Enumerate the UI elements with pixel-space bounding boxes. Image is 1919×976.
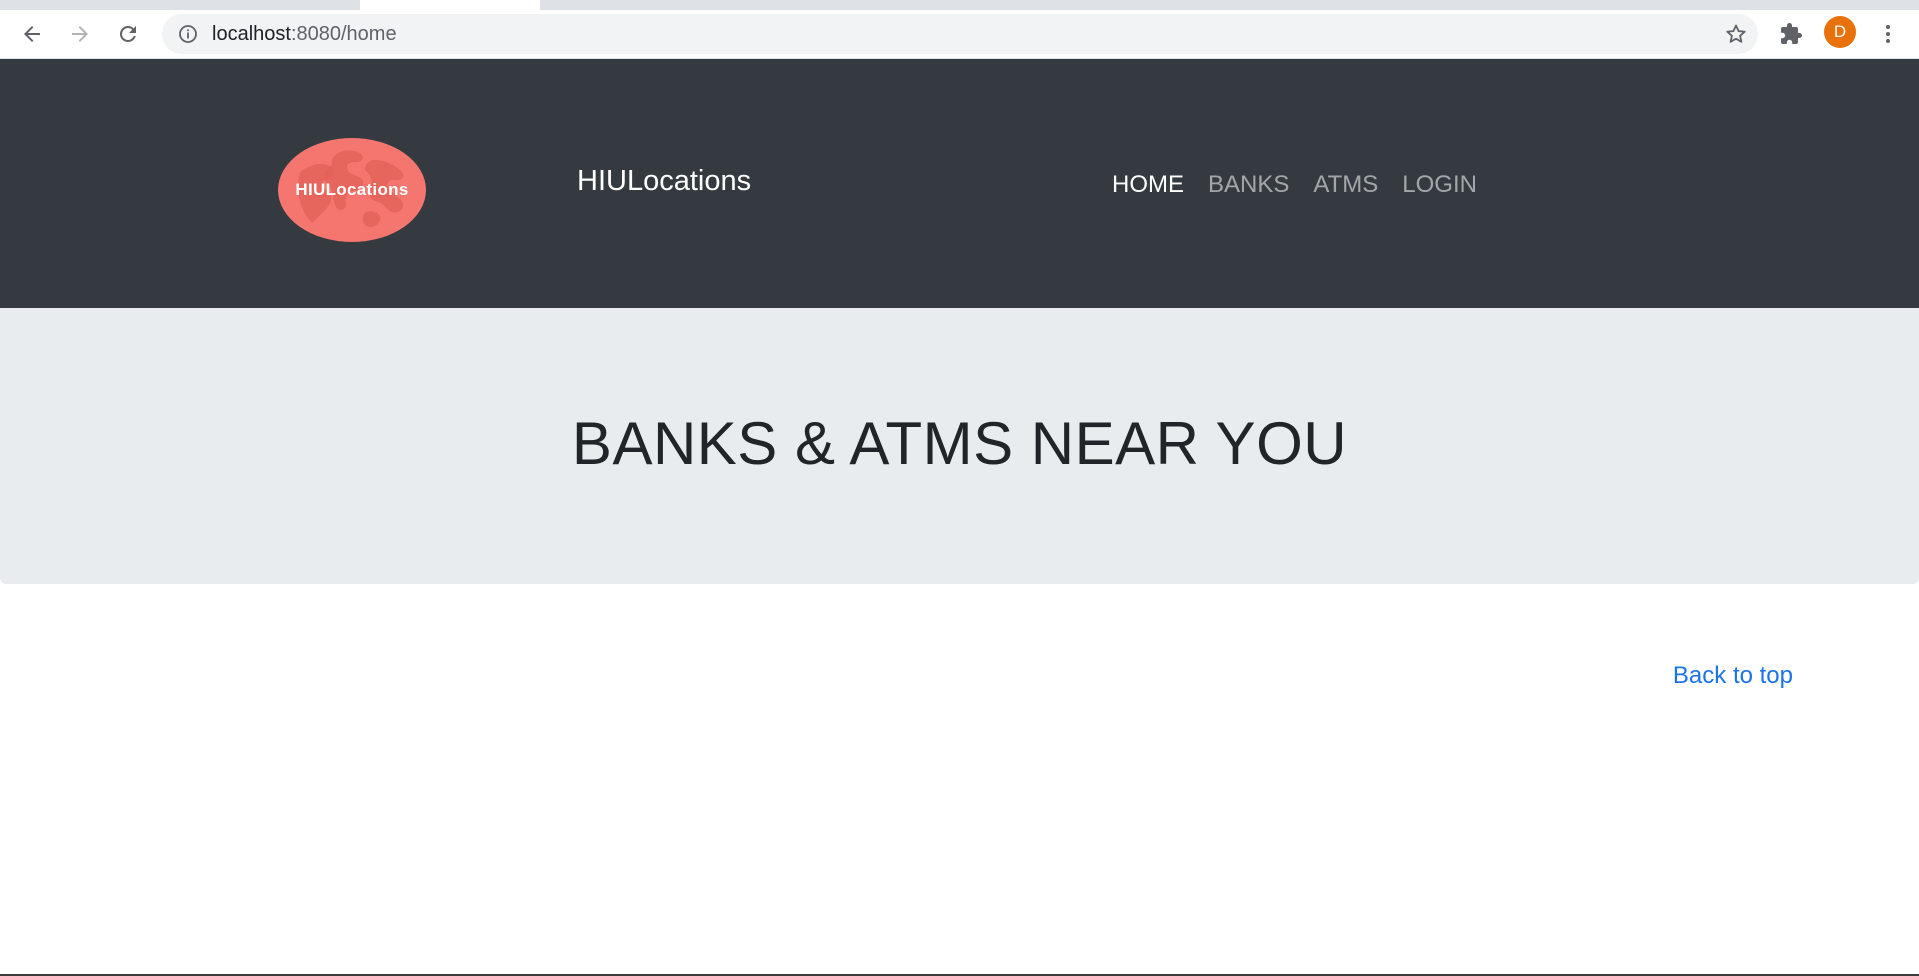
info-icon[interactable] — [178, 24, 198, 44]
nav-banks[interactable]: BANKS — [1208, 171, 1289, 199]
tab-strip — [0, 0, 1919, 10]
nav-home[interactable]: HOME — [1112, 171, 1184, 199]
nav-atms[interactable]: ATMS — [1313, 171, 1378, 199]
forward-button[interactable] — [64, 18, 96, 50]
url-host: localhost — [212, 23, 291, 45]
kebab-menu-icon — [1886, 25, 1890, 43]
address-bar[interactable]: localhost:8080/home — [162, 14, 1758, 54]
site-navbar: HIULocations HIULocations HOME BANKS ATM… — [0, 59, 1919, 308]
browser-menu-button[interactable] — [1872, 18, 1904, 50]
brand-name[interactable]: HIULocations — [577, 165, 751, 198]
back-button[interactable] — [16, 18, 48, 50]
forward-arrow-icon — [72, 26, 88, 42]
main-nav: HOME BANKS ATMS LOGIN — [1112, 171, 1501, 199]
site-logo[interactable]: HIULocations — [278, 138, 426, 242]
nav-login[interactable]: LOGIN — [1402, 171, 1477, 199]
logo-text: HIULocations — [295, 180, 409, 199]
active-tab[interactable] — [360, 0, 540, 10]
profile-avatar[interactable]: D — [1824, 16, 1856, 48]
reload-icon — [119, 25, 136, 42]
browser-toolbar: localhost:8080/home D — [0, 10, 1919, 59]
back-arrow-icon — [24, 26, 40, 42]
hero-jumbotron: BANKS & ATMS NEAR YOU — [0, 308, 1919, 584]
back-to-top-link[interactable]: Back to top — [1673, 662, 1793, 690]
bookmark-star-icon[interactable] — [1722, 20, 1750, 48]
reload-button[interactable] — [112, 18, 144, 50]
url-path: :8080/home — [290, 23, 397, 45]
extensions-button[interactable] — [1775, 18, 1807, 50]
hero-title: BANKS & ATMS NEAR YOU — [571, 410, 1348, 477]
url-text[interactable]: localhost:8080/home — [212, 24, 397, 44]
puzzle-icon — [1781, 23, 1802, 44]
